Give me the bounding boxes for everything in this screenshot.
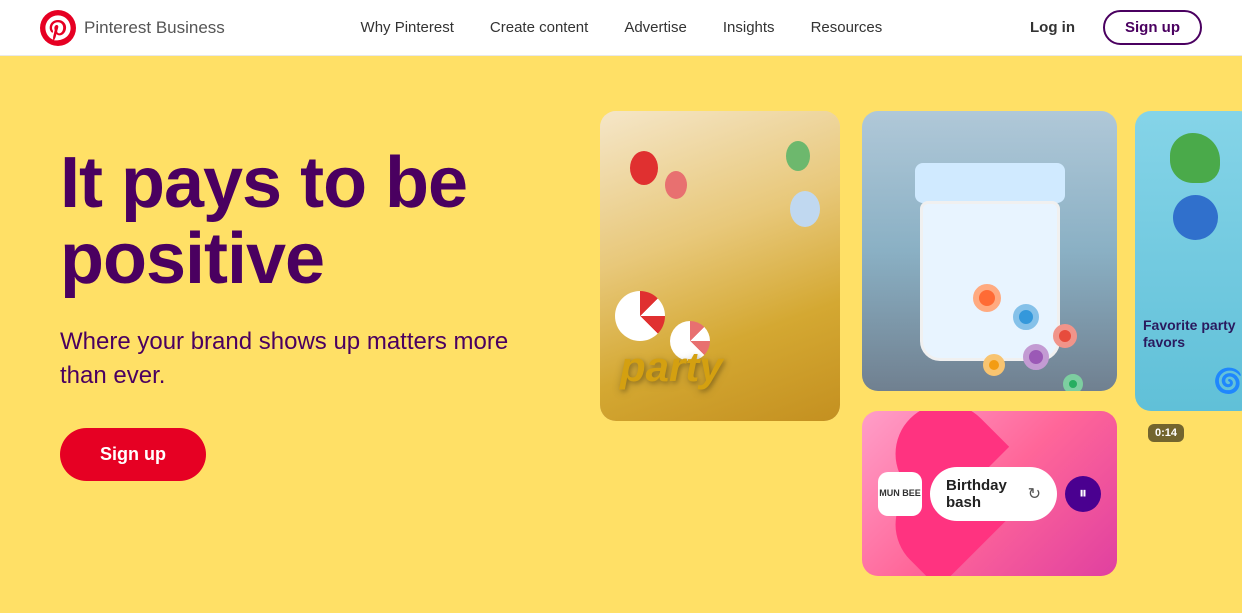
cake-top bbox=[915, 163, 1065, 203]
birthday-pill: Birthday bash ↻ bbox=[930, 467, 1057, 521]
party-text: party bbox=[620, 343, 723, 391]
cake-image-inner bbox=[862, 111, 1117, 391]
login-button[interactable]: Log in bbox=[1018, 11, 1087, 44]
balloon-green bbox=[786, 141, 810, 171]
brand-logo[interactable]: Pinterest Business bbox=[40, 10, 225, 46]
hero-headline: It pays to be positive bbox=[60, 146, 520, 297]
swirl-icon: 🌀 bbox=[1213, 367, 1242, 396]
video-timer-badge: 0:14 bbox=[1148, 424, 1184, 442]
favors-label: Favorite party favors bbox=[1143, 317, 1242, 351]
fan-red bbox=[615, 291, 665, 341]
nav-resources[interactable]: Resources bbox=[811, 19, 883, 36]
signup-hero-button[interactable]: Sign up bbox=[60, 428, 206, 481]
nav-actions: Log in Sign up bbox=[1018, 10, 1202, 45]
donut-3 bbox=[1053, 324, 1077, 348]
party-image-inner: party bbox=[600, 111, 840, 421]
pause-button[interactable] bbox=[1065, 476, 1101, 512]
donut-1 bbox=[973, 284, 1001, 312]
nav-insights[interactable]: Insights bbox=[723, 19, 775, 36]
donut-5 bbox=[1023, 344, 1049, 370]
hero-text-block: It pays to be positive Where your brand … bbox=[60, 146, 520, 481]
pinterest-logo-icon bbox=[40, 10, 76, 46]
balloon-pink bbox=[665, 171, 687, 199]
hero-section: It pays to be positive Where your brand … bbox=[0, 56, 1242, 613]
balloon-blue bbox=[790, 191, 820, 227]
birthday-pill-text: Birthday bash bbox=[946, 477, 1020, 511]
munbee-logo: MUN BEE bbox=[878, 472, 922, 516]
signup-nav-button[interactable]: Sign up bbox=[1103, 10, 1202, 45]
refresh-icon: ↻ bbox=[1028, 484, 1041, 504]
nav-why-pinterest[interactable]: Why Pinterest bbox=[361, 19, 454, 36]
party-image-card: party bbox=[600, 111, 840, 421]
birthday-overlay: MUN BEE Birthday bash ↻ bbox=[862, 411, 1117, 576]
donut-6 bbox=[1063, 374, 1083, 391]
nav-create-content[interactable]: Create content bbox=[490, 19, 588, 36]
favors-image-card: Favorite party favors 🌀 bbox=[1135, 111, 1242, 411]
balloon-red bbox=[630, 151, 658, 185]
brand-name: Pinterest Business bbox=[84, 18, 225, 38]
donut-4 bbox=[983, 354, 1005, 376]
nav-links: Why Pinterest Create content Advertise I… bbox=[361, 19, 883, 37]
donut-2 bbox=[1013, 304, 1039, 330]
cake-body bbox=[920, 201, 1060, 361]
dino-blue-toy bbox=[1173, 195, 1218, 240]
dino-green-toy bbox=[1170, 133, 1220, 183]
cake-image-card bbox=[862, 111, 1117, 391]
hero-subtext: Where your brand shows up matters more t… bbox=[60, 325, 520, 392]
nav-advertise[interactable]: Advertise bbox=[624, 19, 687, 36]
favors-image-inner: Favorite party favors 🌀 bbox=[1135, 111, 1242, 411]
navbar: Pinterest Business Why Pinterest Create … bbox=[0, 0, 1242, 56]
